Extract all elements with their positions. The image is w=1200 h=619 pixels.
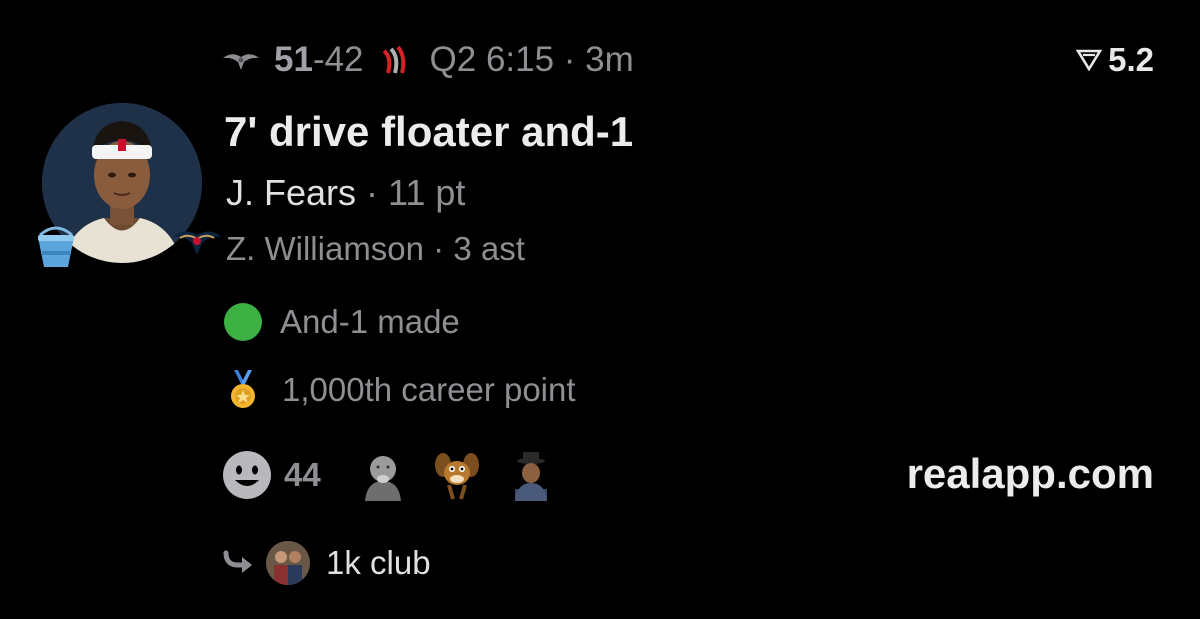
pelicans-logo-icon <box>170 223 224 259</box>
play-title: 7' drive floater and-1 <box>224 108 634 155</box>
smiley-icon[interactable] <box>222 450 272 500</box>
pelicans-logo-icon <box>223 54 259 70</box>
tag-milestone: 1,000th career point <box>224 368 576 412</box>
tag-label: And-1 made <box>280 303 460 340</box>
away-score: 42 <box>324 40 364 79</box>
medal-icon <box>231 370 255 408</box>
club-avatar[interactable] <box>266 541 310 585</box>
rating-value: 5.2 <box>1108 41 1154 78</box>
player-avatar-group[interactable] <box>38 103 222 267</box>
cartoon-dog-icon[interactable] <box>431 449 483 501</box>
watermark-link[interactable]: realapp.com <box>907 450 1154 498</box>
club-thread[interactable]: 1k club <box>222 540 431 586</box>
green-circle-icon <box>224 303 262 341</box>
scorer-stat: 11 pt <box>388 172 466 213</box>
reaction-count: 44 <box>284 456 321 493</box>
reactions-bar[interactable]: 44 <box>222 448 579 502</box>
blazers-logo-icon <box>382 45 405 74</box>
rating-triangle-icon <box>1076 49 1103 71</box>
club-label[interactable]: 1k club <box>326 544 431 582</box>
tag-and-one: And-1 made <box>224 300 460 344</box>
bucket-icon <box>34 223 78 271</box>
assist-line[interactable]: Z. Williamson · 3 ast <box>226 230 525 268</box>
separator: · <box>356 172 389 213</box>
reply-arrow-icon <box>223 550 252 573</box>
game-header: 51 - 42 Q2 6:15 · 3m <box>222 38 634 82</box>
play-card[interactable]: 51 - 42 Q2 6:15 · 3m 5.2 7' drive floate… <box>0 0 1200 619</box>
scorer-name[interactable]: J. Fears <box>226 172 356 213</box>
play-rating[interactable]: 5.2 <box>1076 38 1154 82</box>
scorer-line[interactable]: J. Fears · 11 pt <box>226 172 465 214</box>
game-clock: Q2 6:15 · 3m <box>429 40 634 79</box>
score-separator: - <box>312 40 325 79</box>
tag-label: 1,000th career point <box>282 371 576 408</box>
home-score: 51 <box>274 40 313 79</box>
baby-face-icon[interactable] <box>357 449 409 501</box>
man-in-hat-icon[interactable] <box>505 449 557 501</box>
